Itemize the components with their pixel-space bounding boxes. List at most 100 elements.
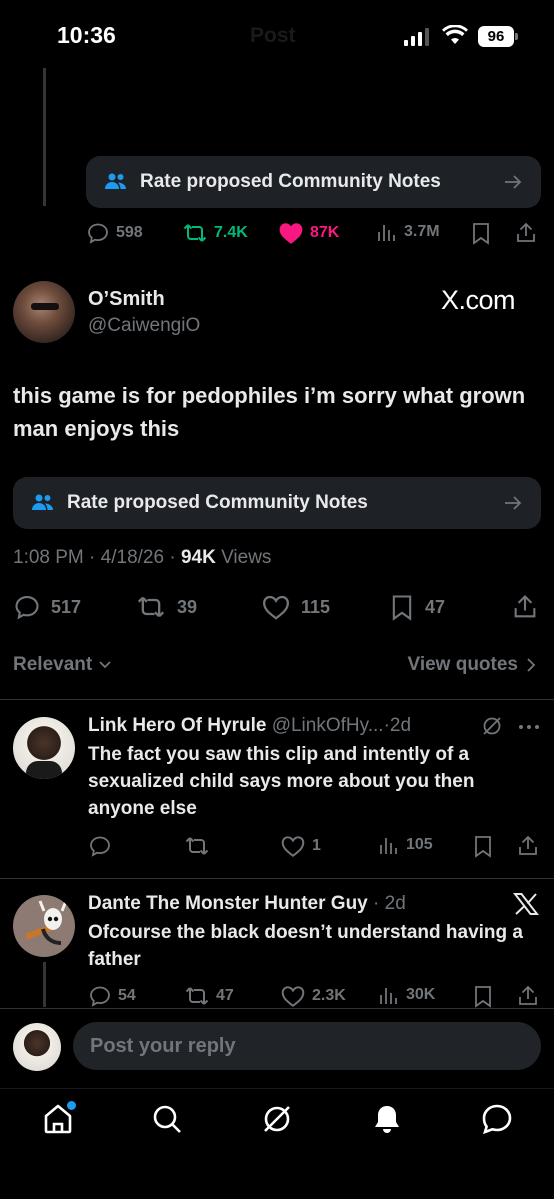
view-quotes-link[interactable]: View quotes <box>407 654 536 676</box>
main-community-notes-bar[interactable]: Rate proposed Community Notes <box>13 477 541 529</box>
bookmark-count: 47 <box>425 596 446 617</box>
views-label: Views <box>221 547 272 568</box>
repost-button[interactable] <box>184 834 216 858</box>
source-logo: X.com <box>441 285 516 315</box>
reply-count: 517 <box>51 596 82 617</box>
reply-display-name[interactable]: Dante The Monster Hunter Guy <box>88 893 368 914</box>
reply-button[interactable]: 598 <box>86 221 143 245</box>
reply-actions: 1 105 <box>88 834 541 858</box>
chevron-down-icon <box>99 661 111 669</box>
bookmark-icon[interactable] <box>470 221 492 245</box>
author-avatar[interactable] <box>13 281 75 343</box>
like-count: 2.3K <box>312 987 346 1004</box>
sort-label: Relevant <box>13 654 93 675</box>
views-button[interactable]: 30K <box>378 984 435 1006</box>
reply-icon <box>90 836 110 857</box>
bookmark-icon[interactable] <box>472 834 494 858</box>
main-tweet-actions: 517 39 115 47 <box>13 591 541 623</box>
reply-avatar[interactable] <box>13 717 75 779</box>
like-icon <box>281 836 305 857</box>
repost-count: 7.4K <box>214 224 248 241</box>
header-title: Post <box>250 24 296 47</box>
repost-count: 47 <box>216 987 234 1004</box>
like-button[interactable]: 87K <box>278 221 339 245</box>
views-count: 94K <box>180 547 216 568</box>
like-icon <box>262 595 290 620</box>
notifications-icon[interactable] <box>367 1099 407 1139</box>
bookmark-button[interactable]: 47 <box>389 593 445 621</box>
like-button[interactable]: 2.3K <box>280 984 346 1008</box>
views-icon <box>380 838 397 854</box>
reply-header: Link Hero Of Hyrule @LinkOfHy...·2d <box>88 715 412 736</box>
my-avatar[interactable] <box>13 1023 61 1071</box>
views-icon <box>378 225 395 241</box>
arrow-right-icon <box>503 174 523 190</box>
share-icon[interactable] <box>516 984 540 1008</box>
reply-text: The fact you saw this clip and intently … <box>88 744 475 819</box>
repost-icon <box>185 837 209 855</box>
chevron-right-icon <box>527 658 536 672</box>
reply-icon <box>90 986 110 1007</box>
sort-relevant-dropdown[interactable]: Relevant <box>13 654 112 676</box>
reply-header: Dante The Monster Hunter Guy · 2d <box>88 893 406 914</box>
repost-count: 39 <box>177 596 198 617</box>
tweet-text: this game is for pedophiles i’m sorry wh… <box>13 383 526 441</box>
reply-text: Ofcourse the black doesn’t understand ha… <box>88 922 523 970</box>
like-count: 1 <box>312 837 321 854</box>
community-notes-label: Rate proposed Community Notes <box>140 171 441 192</box>
bookmark-icon[interactable] <box>472 984 494 1008</box>
repost-button[interactable]: 47 <box>184 984 234 1008</box>
like-button[interactable]: 1 <box>280 834 321 858</box>
like-count: 87K <box>310 224 340 241</box>
reply-input[interactable]: Post your reply <box>73 1022 541 1070</box>
status-time: 10:36 <box>57 22 116 48</box>
wifi-icon <box>442 25 468 45</box>
views-count: 3.7M <box>404 223 440 240</box>
reply-display-name[interactable]: Link Hero Of Hyrule <box>88 715 266 736</box>
like-count: 115 <box>301 596 331 617</box>
thread-line <box>43 962 46 1007</box>
prev-community-notes-bar[interactable]: Rate proposed Community Notes <box>86 156 541 208</box>
community-notes-icon <box>31 493 55 513</box>
share-icon[interactable] <box>514 221 538 245</box>
views-icon <box>380 988 397 1004</box>
share-icon[interactable] <box>516 834 540 858</box>
more-options-icon[interactable] <box>518 724 540 730</box>
arrow-right-icon <box>503 495 523 511</box>
like-icon <box>279 223 303 244</box>
messages-icon[interactable] <box>477 1099 517 1139</box>
grok-icon[interactable] <box>257 1099 297 1139</box>
views-count: 30K <box>406 986 436 1003</box>
home-icon[interactable] <box>38 1099 78 1139</box>
reply-avatar[interactable] <box>13 895 75 957</box>
reply-button[interactable] <box>88 834 118 858</box>
view-quotes-label: View quotes <box>407 654 518 675</box>
reply-composer: Post your reply <box>0 1008 554 1088</box>
repost-button[interactable]: 39 <box>135 593 197 621</box>
reply-button[interactable]: 517 <box>13 593 81 621</box>
views-count: 105 <box>406 836 433 853</box>
reply-count: 598 <box>116 224 143 241</box>
reply-time: 2d <box>389 715 412 736</box>
divider <box>0 878 554 879</box>
community-notes-label: Rate proposed Community Notes <box>67 492 368 513</box>
reply-handle[interactable]: @LinkOfHy... <box>272 715 384 736</box>
grok-icon[interactable] <box>481 715 503 737</box>
like-button[interactable]: 115 <box>261 593 330 621</box>
thread-line <box>43 68 46 206</box>
author-display-name[interactable]: O’Smith <box>88 288 165 311</box>
divider <box>0 699 554 700</box>
bookmark-icon <box>392 595 412 621</box>
repost-button[interactable]: 7.4K <box>182 221 248 245</box>
author-handle[interactable]: @CaiwengiO <box>88 315 200 337</box>
tweet-meta: 1:08 PM · 4/18/26 · 94K Views <box>13 547 272 568</box>
battery-indicator: 96 <box>478 26 518 47</box>
tweet-time: 1:08 PM <box>13 547 84 568</box>
like-icon <box>281 986 305 1007</box>
share-icon[interactable] <box>511 593 539 621</box>
views-button[interactable]: 105 <box>378 834 433 856</box>
reply-button[interactable]: 54 <box>88 984 136 1008</box>
views-button[interactable]: 3.7M <box>376 221 440 243</box>
search-icon[interactable] <box>147 1099 187 1139</box>
cellular-signal-icon <box>404 28 429 46</box>
